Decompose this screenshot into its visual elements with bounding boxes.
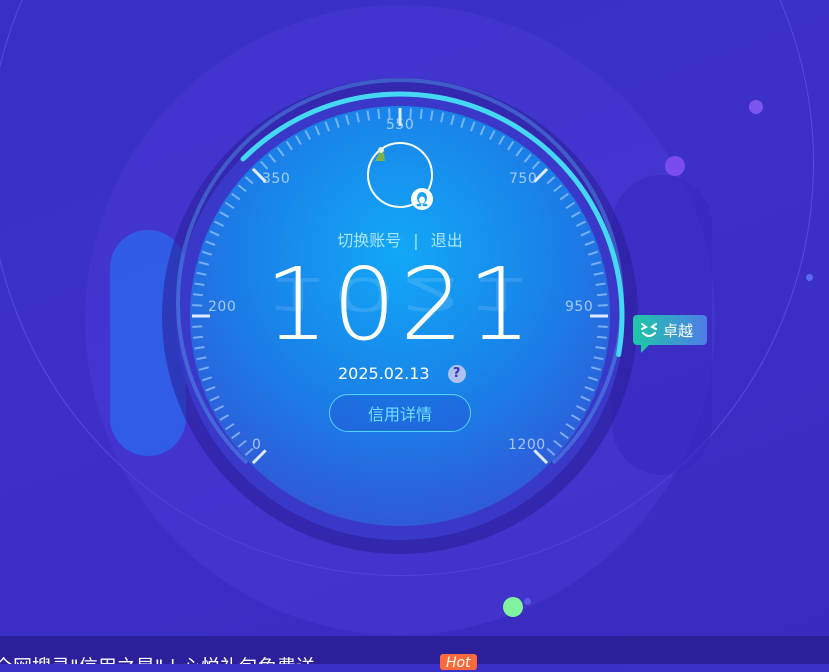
avatar-figure-icon xyxy=(375,147,385,161)
decor-dot-purple-small xyxy=(749,100,763,114)
tick-label-1200: 1200 xyxy=(508,437,546,453)
decor-dot-purple-large xyxy=(665,156,685,176)
credit-detail-button[interactable]: 信用详情 xyxy=(329,394,471,432)
tick-label-550: 550 xyxy=(386,117,415,133)
tick-label-0: 0 xyxy=(252,437,262,453)
level-badge-label: 卓越 xyxy=(663,321,694,340)
score-date-row: 2025.02.13 ? xyxy=(338,364,466,383)
smile-face-icon xyxy=(641,323,657,337)
gauge-minor-tick xyxy=(377,109,381,120)
help-icon[interactable]: ? xyxy=(447,364,466,383)
level-badge: 卓越 xyxy=(633,315,707,353)
decor-dot-indigo xyxy=(524,598,531,605)
credit-score-reflection: 1021 xyxy=(264,267,536,320)
hot-badge: Hot xyxy=(440,654,477,671)
gauge-minor-tick xyxy=(419,109,423,120)
qq-badge xyxy=(411,188,433,210)
promo-text[interactable]: 全网搜寻"信用之星" | 心悦礼包免费送 xyxy=(0,652,315,664)
score-date: 2025.02.13 xyxy=(338,364,430,383)
qq-penguin-icon xyxy=(416,192,428,207)
level-badge-tail xyxy=(641,343,651,353)
promo-bar[interactable]: 全网搜寻"信用之星" | 心悦礼包免费送 xyxy=(0,636,829,664)
decor-dot-blue xyxy=(806,274,813,281)
tick-label-750: 750 xyxy=(509,171,538,187)
decor-dot-green xyxy=(503,597,523,617)
tick-label-350: 350 xyxy=(262,171,291,187)
